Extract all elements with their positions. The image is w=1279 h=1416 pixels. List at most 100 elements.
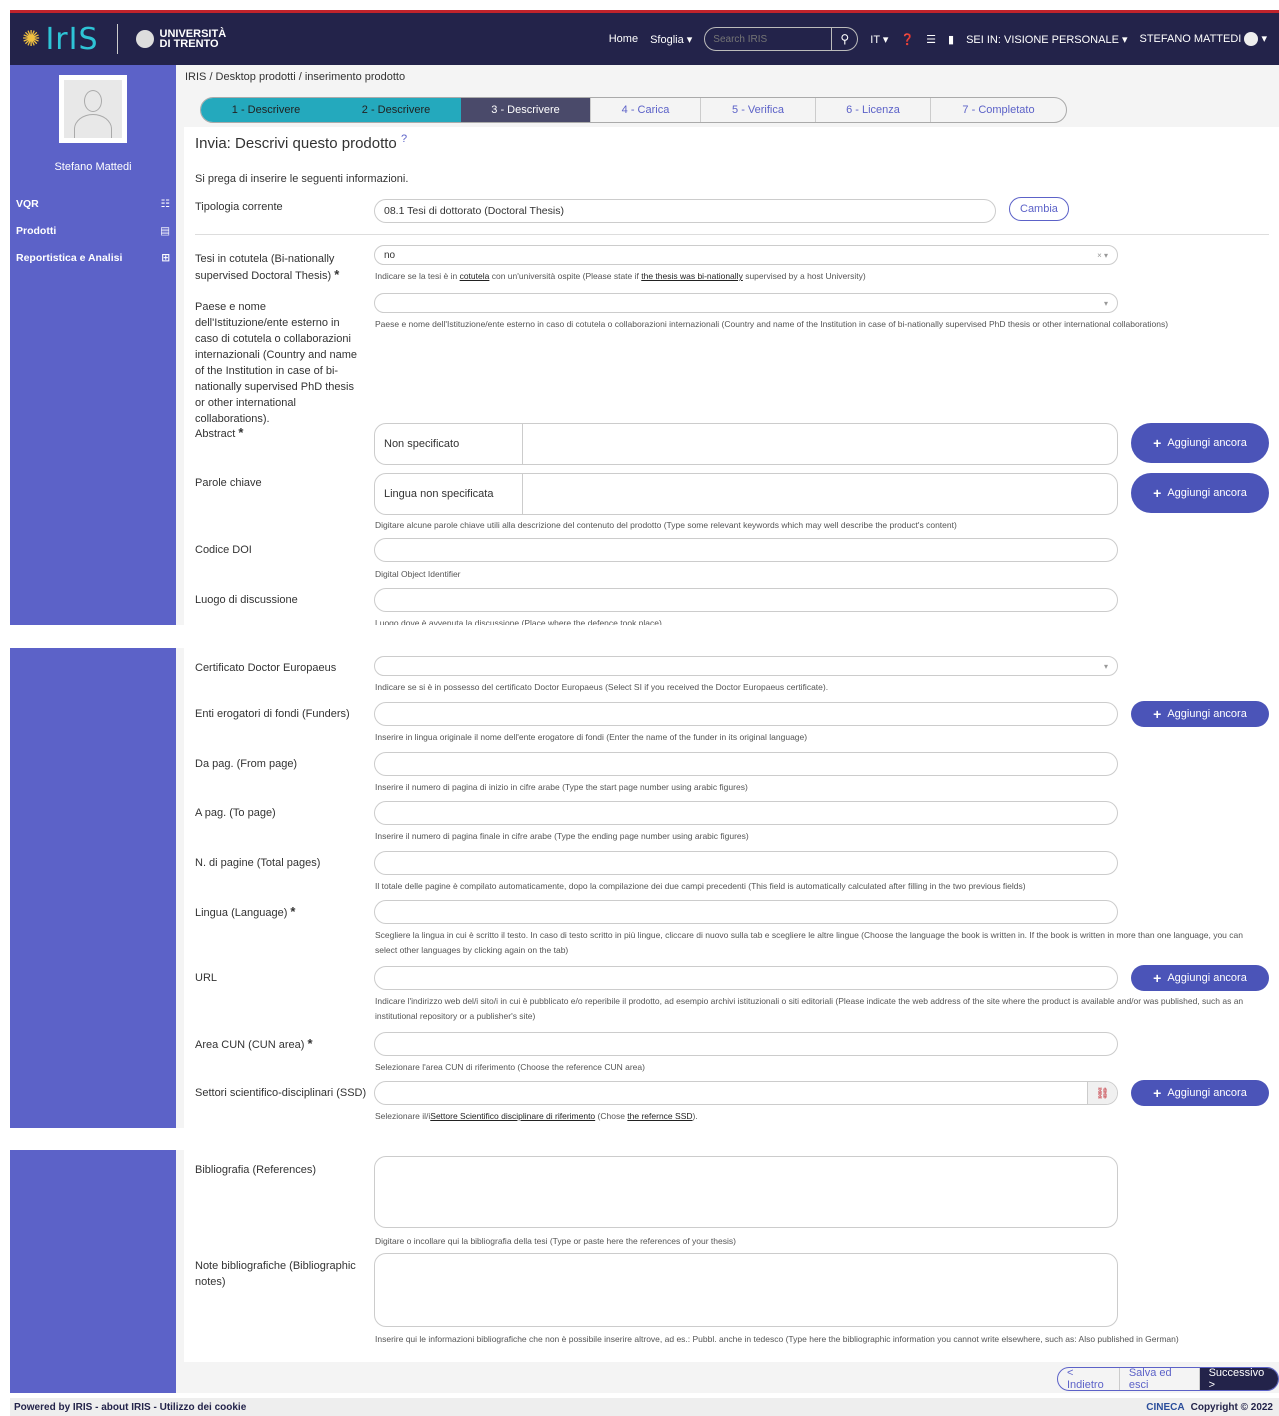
chevron-down-icon: ▾ xyxy=(1103,661,1108,671)
unlink-icon[interactable]: ⛓ xyxy=(1087,1082,1117,1104)
nav-home[interactable]: Home xyxy=(609,33,638,45)
avatar xyxy=(1244,32,1259,47)
paese-label: Paese e nome dell'Istituzione/ente ester… xyxy=(195,301,358,425)
add-label: Aggiungi ancora xyxy=(1167,487,1247,499)
sidebar-item-vqr[interactable]: VQR ☷ xyxy=(10,190,176,217)
divider xyxy=(195,234,1269,235)
sidebar-item-label: Prodotti xyxy=(16,224,57,237)
paese-select[interactable]: ▾ xyxy=(374,293,1118,313)
cotutela-label: Tesi in cotutela (Bi-nationally supervis… xyxy=(195,251,365,284)
top-navbar: ✺ IrIS UNIVERSITÀ DI TRENTO Home Sfoglia ▾… xyxy=(10,10,1279,65)
doi-input[interactable] xyxy=(374,538,1118,562)
help-icon[interactable]: ❓ xyxy=(900,33,914,46)
abstract-language[interactable]: Non specificato xyxy=(375,424,523,464)
search-box: ⚲ xyxy=(704,27,859,51)
sidebar-item-reportistica[interactable]: Reportistica e Analisi ⊞ xyxy=(10,244,176,271)
unitn-logo[interactable]: UNIVERSITÀ DI TRENTO xyxy=(135,29,226,50)
references-help: Digitare o incollare qui la bibliografia… xyxy=(375,1236,736,1246)
page-footer: Powered by IRIS - about IRIS - Utilizzo … xyxy=(10,1398,1279,1416)
about-link[interactable]: about IRIS xyxy=(101,1402,150,1413)
ssd-label: Settori scientifico-disciplinari (SSD) xyxy=(195,1087,367,1099)
clear-chevron-icon[interactable]: × ▾ xyxy=(1097,251,1108,260)
add-label: Aggiungi ancora xyxy=(1167,972,1247,984)
plus-icon: + xyxy=(1153,706,1162,722)
add-url-button[interactable]: + Aggiungi ancora xyxy=(1131,965,1269,991)
add-funder-button[interactable]: + Aggiungi ancora xyxy=(1131,701,1269,727)
language-dropdown[interactable]: IT ▾ xyxy=(870,33,888,46)
step-3[interactable]: 3 - Descrivere xyxy=(461,98,591,122)
help-icon[interactable]: ? xyxy=(401,133,407,145)
cun-label: Area CUN (CUN area) * xyxy=(195,1036,365,1053)
ssd-input[interactable]: ⛓ xyxy=(374,1081,1118,1105)
help-link[interactable]: the thesis was bi-nationally xyxy=(641,271,743,281)
paese-help: Paese e nome dell'Istituzione/ente ester… xyxy=(375,319,1169,329)
to-page-label: A pag. (To page) xyxy=(195,807,276,819)
plus-icon: + xyxy=(1153,970,1162,986)
nav-browse[interactable]: Sfoglia ▾ xyxy=(650,33,692,46)
user-menu[interactable]: STEFANO MATTEDI ▾ xyxy=(1139,32,1267,47)
seal-icon xyxy=(135,30,154,48)
search-icon[interactable]: ⚲ xyxy=(832,27,859,51)
help-link[interactable]: Settore Scientifico disciplinare di rife… xyxy=(430,1111,595,1121)
from-page-input[interactable] xyxy=(374,752,1118,776)
cotutela-select[interactable]: no × ▾ xyxy=(374,245,1118,265)
sidebar-item-label: Reportistica e Analisi xyxy=(16,251,123,264)
to-page-input[interactable] xyxy=(374,801,1118,825)
required-marker: * xyxy=(307,1036,313,1051)
cotutela-label-text: Tesi in cotutela (Bi-nationally supervis… xyxy=(195,253,335,282)
iris-logo[interactable]: ✺ IrIS xyxy=(22,22,99,57)
abstract-label-text: Abstract xyxy=(195,428,236,440)
help-link[interactable]: cotutela xyxy=(460,271,490,281)
funders-label: Enti erogatori di fondi (Funders) xyxy=(195,708,350,720)
change-type-button[interactable]: Cambia xyxy=(1009,197,1069,221)
context-dropdown[interactable]: SEI IN: VISIONE PERSONALE ▾ xyxy=(966,33,1127,46)
chevron-down-icon: ▾ xyxy=(1103,298,1108,308)
plus-icon: + xyxy=(1153,1085,1162,1101)
tipologia-label: Tipologia corrente xyxy=(195,201,283,213)
plus-icon: + xyxy=(1153,435,1162,451)
luogo-input[interactable] xyxy=(374,588,1118,612)
back-button[interactable]: < Indietro xyxy=(1058,1368,1120,1390)
notes-label: Note bibliografiche (Bibliographic notes… xyxy=(195,1260,356,1288)
keywords-language[interactable]: Lingua non specificata xyxy=(375,474,523,514)
profile-name: Stefano Mattedi xyxy=(54,161,132,173)
total-pages-input[interactable] xyxy=(374,851,1118,875)
funders-input[interactable] xyxy=(374,702,1118,726)
required-marker: * xyxy=(290,904,296,919)
list-icon[interactable]: ☰ xyxy=(926,33,936,46)
sidebar-continued xyxy=(10,648,176,1128)
cun-input[interactable] xyxy=(374,1032,1118,1056)
user-name: STEFANO MATTEDI xyxy=(1139,32,1242,45)
bookmark-icon[interactable]: ▮ xyxy=(948,33,954,46)
sidebar-continued xyxy=(10,1150,176,1393)
europaeus-select[interactable]: ▾ xyxy=(374,656,1118,676)
notes-textarea[interactable] xyxy=(374,1253,1118,1327)
search-input[interactable] xyxy=(704,27,833,51)
step-6: 6 - Licenza xyxy=(816,98,931,122)
required-marker: * xyxy=(238,425,244,440)
doi-label: Codice DOI xyxy=(195,544,252,556)
powered-by-link[interactable]: Powered by IRIS xyxy=(14,1402,92,1413)
main-content-continued: Bibliografia (References) Digitare o inc… xyxy=(176,1150,1279,1393)
cineca-logo[interactable]: CINECA xyxy=(1146,1402,1184,1413)
language-input[interactable] xyxy=(374,900,1118,924)
references-textarea[interactable] xyxy=(374,1156,1118,1228)
save-exit-button[interactable]: Salva ed esci xyxy=(1120,1368,1200,1390)
step-1[interactable]: 1 - Descrivere xyxy=(201,98,331,122)
next-button[interactable]: Successivo > xyxy=(1199,1368,1278,1390)
cookies-link[interactable]: Utilizzo dei cookie xyxy=(160,1402,247,1413)
add-abstract-button[interactable]: + Aggiungi ancora xyxy=(1131,423,1269,463)
url-input[interactable] xyxy=(374,966,1118,990)
from-page-help: Inserire il numero di pagina di inizio i… xyxy=(375,782,748,792)
add-ssd-button[interactable]: + Aggiungi ancora xyxy=(1131,1080,1269,1106)
help-link[interactable]: the refernce SSD xyxy=(627,1111,692,1121)
keywords-field[interactable]: Lingua non specificata xyxy=(374,473,1118,515)
cotutela-help: Indicare se la tesi è in cotutela con un… xyxy=(375,271,866,281)
sidebar: Stefano Mattedi VQR ☷ Prodotti ▤ Reportist… xyxy=(10,65,176,625)
step-2[interactable]: 2 - Descrivere xyxy=(331,98,461,122)
profile-picture[interactable] xyxy=(59,75,127,143)
add-keywords-button[interactable]: + Aggiungi ancora xyxy=(1131,473,1269,513)
abstract-field[interactable]: Non specificato xyxy=(374,423,1118,465)
sidebar-item-prodotti[interactable]: Prodotti ▤ xyxy=(10,217,176,244)
language-label: IT xyxy=(870,33,880,46)
